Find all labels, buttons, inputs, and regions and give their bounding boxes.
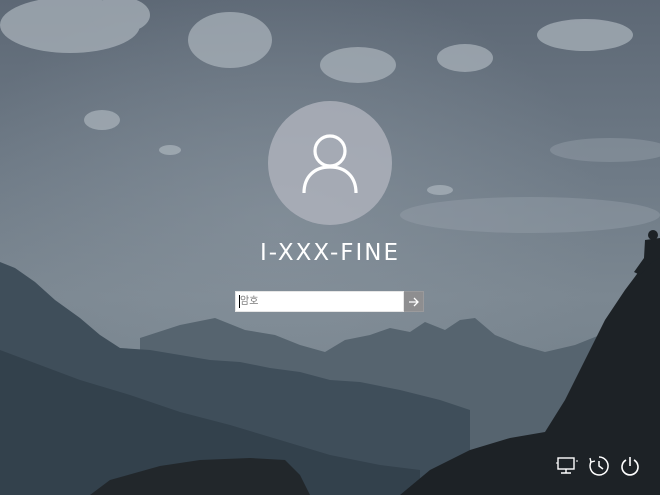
network-button[interactable]	[555, 454, 579, 478]
accessibility-button[interactable]	[587, 454, 611, 478]
accessibility-icon	[589, 456, 609, 476]
password-box	[235, 291, 424, 312]
submit-button[interactable]	[404, 291, 424, 312]
password-input[interactable]	[235, 291, 404, 312]
text-caret	[239, 295, 240, 308]
power-button[interactable]	[618, 454, 642, 478]
user-name: I-XXX-FINE	[259, 240, 401, 266]
network-icon	[556, 457, 578, 474]
user-avatar	[268, 101, 392, 225]
user-silhouette-icon	[302, 134, 358, 194]
arrow-right-icon	[408, 297, 419, 306]
power-icon	[621, 457, 639, 476]
